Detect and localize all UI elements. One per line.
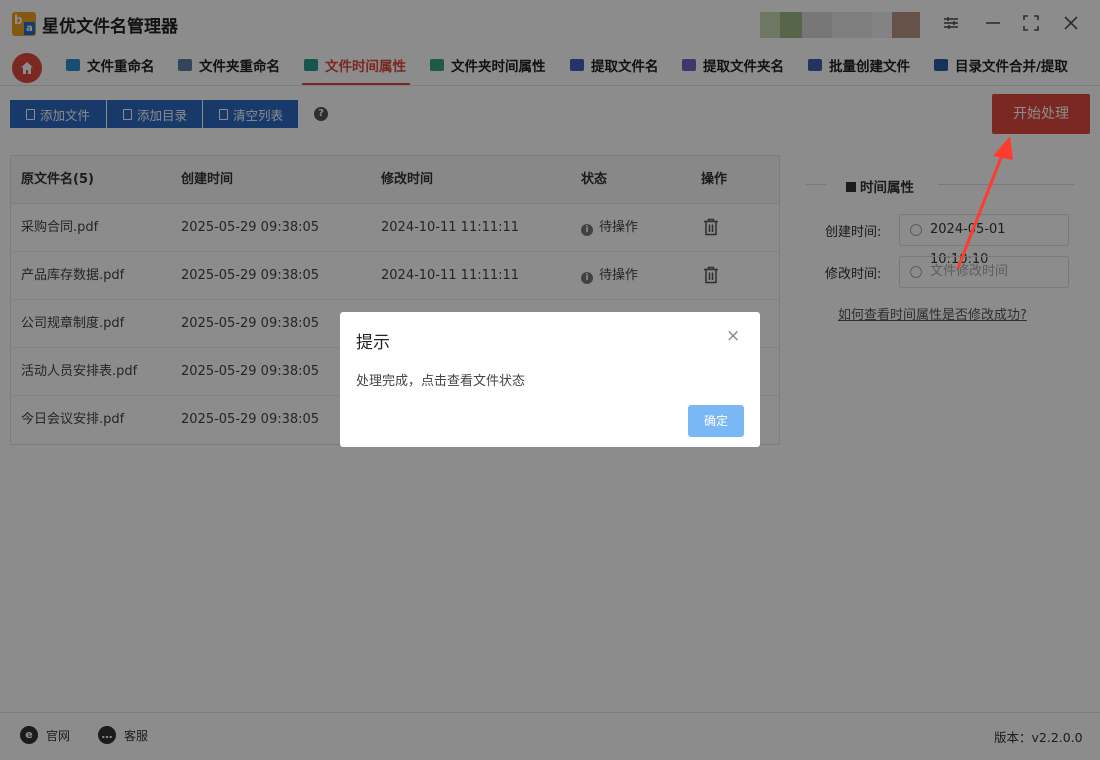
dialog-title: 提示 [356,333,390,353]
dialog-message: 处理完成，点击查看文件状态 [356,374,526,389]
close-icon[interactable]: × [726,326,740,346]
message-dialog: 提示 × 处理完成，点击查看文件状态 确定 [340,312,760,447]
ok-button[interactable]: 确定 [688,405,744,437]
